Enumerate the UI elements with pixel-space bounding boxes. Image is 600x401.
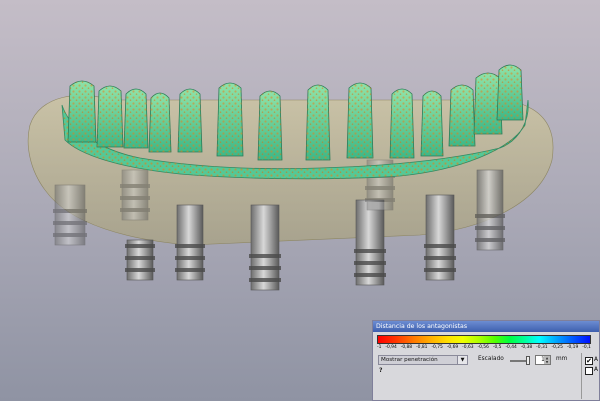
display-mode-value: Mostrar penetración: [381, 357, 438, 363]
scaling-slider-thumb[interactable]: [526, 356, 530, 365]
crown-tooth: [305, 84, 331, 161]
crown-tooth: [448, 84, 476, 147]
antagonist-distance-panel: Distancia de los antagonistas -1 -0,94 -0,…: [372, 320, 600, 401]
crown-tooth: [496, 64, 524, 121]
scale-label-item: -0,31: [536, 345, 548, 350]
color-scale-labels: -1 -0,94 -0,88 -0,81 -0,75 -0,69 -0,63 -0,56 -0,…: [377, 345, 591, 352]
chevron-down-icon[interactable]: ▼: [457, 356, 467, 364]
panel-title: Distancia de los antagonistas: [373, 321, 599, 332]
help-icon[interactable]: ?: [379, 367, 382, 374]
implant-analog: [475, 169, 505, 251]
implant-analog: [125, 239, 155, 281]
scale-label-item: -0,1: [582, 345, 591, 350]
checkbox-b-label: A: [594, 367, 598, 373]
crown-tooth: [123, 88, 149, 149]
scale-label-item: -0,38: [520, 345, 533, 350]
scale-label-item: -0,81: [416, 345, 428, 350]
color-scale-bar: [377, 335, 591, 344]
crown-tooth: [216, 82, 244, 157]
implant-analog: [53, 184, 87, 246]
implant-analog: [424, 194, 456, 281]
scale-label-item: -0,94: [385, 345, 397, 350]
scale-label-item: -0,75: [431, 345, 443, 350]
implant-analog: [249, 204, 281, 291]
unit-label: mm: [556, 356, 568, 362]
crown-tooth: [96, 85, 124, 148]
crown-tooth: [177, 88, 203, 153]
implant-analog: [175, 204, 205, 281]
scale-label-item: -0,63: [462, 345, 474, 350]
scale-label-item: -0,19: [566, 345, 579, 350]
spin-down-icon[interactable]: ▼: [544, 360, 550, 364]
crown-tooth: [346, 82, 374, 159]
scale-label-item: -1: [377, 345, 382, 350]
scale-label-item: -0,69: [446, 345, 459, 350]
checkbox-b[interactable]: [585, 367, 593, 375]
checkbox-a-label: A: [594, 357, 598, 363]
crown-tooth: [67, 80, 97, 143]
crown-tooth: [389, 88, 415, 159]
scale-label-item: -0,44: [505, 345, 517, 350]
crown-tooth: [257, 90, 283, 161]
scale-label-item: -0,25: [551, 345, 563, 350]
scaling-label: Escalado: [478, 356, 504, 362]
implant-analog: [120, 169, 150, 221]
scale-label-item: -0,5: [492, 345, 502, 350]
scale-label-item: -0,88: [400, 345, 413, 350]
scale-label-item: -0,56: [477, 345, 489, 350]
crown-tooth: [420, 90, 444, 157]
crown-tooth: [148, 92, 172, 153]
display-mode-select[interactable]: Mostrar penetración ▼: [378, 355, 468, 365]
implant-analog: [354, 199, 386, 286]
checkbox-a[interactable]: ✔: [585, 357, 593, 365]
panel-divider: [581, 353, 582, 399]
